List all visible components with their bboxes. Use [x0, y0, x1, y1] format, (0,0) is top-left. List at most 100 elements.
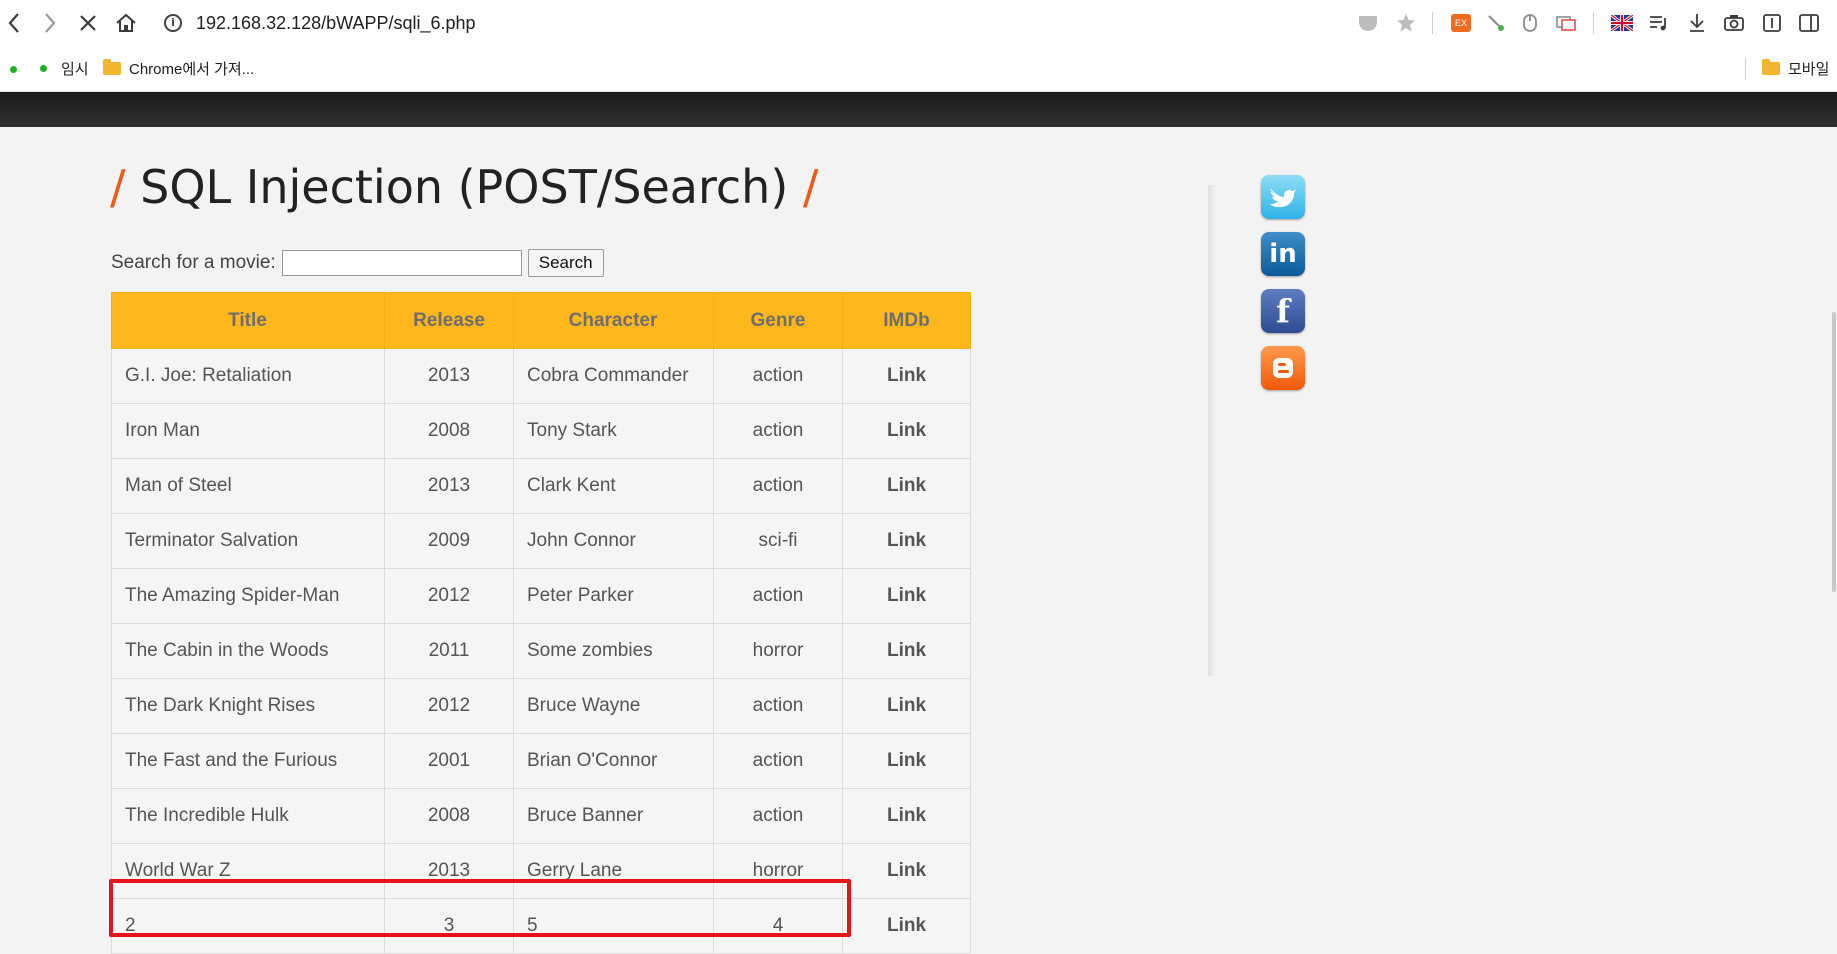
- gesture-extension-icon[interactable]: [1485, 12, 1507, 34]
- download-icon[interactable]: [1686, 12, 1708, 34]
- forward-button[interactable]: [36, 9, 64, 37]
- table-row: The Amazing Spider-Man 2012 Peter Parker…: [111, 568, 971, 624]
- cell-title: Iron Man: [111, 403, 385, 459]
- cell-imdb: Link: [842, 898, 971, 954]
- page-header-band: [0, 92, 1837, 127]
- cell-imdb: Link: [842, 733, 971, 789]
- ex-extension-icon[interactable]: EX: [1450, 12, 1472, 34]
- site-info-icon[interactable]: i: [164, 14, 182, 32]
- dot-icon: [10, 66, 17, 73]
- cell-character: 5: [513, 898, 714, 954]
- imdb-link[interactable]: Link: [887, 805, 926, 826]
- blogger-icon[interactable]: [1261, 346, 1305, 390]
- table-row: The Cabin in the Woods 2011 Some zombies…: [111, 623, 971, 679]
- home-button[interactable]: [112, 9, 140, 37]
- facebook-icon[interactable]: f: [1261, 289, 1305, 333]
- imdb-link[interactable]: Link: [887, 530, 926, 551]
- bookmark-folder-mobile[interactable]: 모바일: [1762, 58, 1829, 79]
- imdb-link[interactable]: Link: [887, 585, 926, 606]
- cell-character: Brian O'Connor: [513, 733, 714, 789]
- cell-genre: sci-fi: [713, 513, 843, 569]
- cell-genre: action: [713, 568, 843, 624]
- cell-character: John Connor: [513, 513, 714, 569]
- cell-genre: action: [713, 458, 843, 514]
- cell-title: The Amazing Spider-Man: [111, 568, 385, 624]
- table-row: G.I. Joe: Retaliation 2013 Cobra Command…: [111, 348, 971, 404]
- table-row: Terminator Salvation 2009 John Connor sc…: [111, 513, 971, 569]
- cell-character: Clark Kent: [513, 458, 714, 514]
- toolbar-divider: [1432, 12, 1433, 34]
- bookmark-temp[interactable]: 임시: [40, 58, 89, 79]
- sidebar-divider: [1208, 185, 1216, 676]
- cell-release: 2013: [384, 348, 514, 404]
- header-character: Character: [513, 292, 714, 349]
- cell-release: 2012: [384, 568, 514, 624]
- cell-genre: action: [713, 678, 843, 734]
- imdb-link[interactable]: Link: [887, 915, 926, 936]
- twitter-icon[interactable]: [1261, 175, 1305, 219]
- cell-genre: horror: [713, 843, 843, 899]
- bookmark-label: 모바일: [1788, 61, 1830, 78]
- search-input[interactable]: [281, 250, 522, 276]
- imdb-link[interactable]: Link: [887, 860, 926, 881]
- imdb-link[interactable]: Link: [887, 695, 926, 716]
- reader-mode-icon[interactable]: [1761, 12, 1783, 34]
- bookmarks-bar: 임시 Chrome에서 가져... 모바일: [0, 46, 1837, 92]
- cell-release: 2013: [384, 843, 514, 899]
- cell-character: Peter Parker: [513, 568, 714, 624]
- stop-loading-button[interactable]: [74, 9, 102, 37]
- sidebar-toggle-icon[interactable]: [1798, 12, 1820, 34]
- cell-imdb: Link: [842, 678, 971, 734]
- screen-capture-extension-icon[interactable]: [1555, 12, 1577, 34]
- imdb-link[interactable]: Link: [887, 475, 926, 496]
- cell-title: 2: [111, 898, 385, 954]
- cell-character: Tony Stark: [513, 403, 714, 459]
- playlist-icon[interactable]: [1648, 12, 1670, 34]
- table-header-row: Title Release Character Genre IMDb: [111, 292, 971, 349]
- linkedin-icon[interactable]: in: [1261, 232, 1305, 276]
- cell-title: The Fast and the Furious: [111, 733, 385, 789]
- search-button[interactable]: Search: [527, 249, 604, 277]
- scrollbar[interactable]: [1832, 312, 1836, 592]
- cell-genre: horror: [713, 623, 843, 679]
- cell-release: 2009: [384, 513, 514, 569]
- back-button[interactable]: [0, 9, 28, 37]
- cell-title: Man of Steel: [111, 458, 385, 514]
- cell-genre: action: [713, 733, 843, 789]
- table-row-injected: 2 3 5 4 Link: [111, 898, 971, 954]
- cell-title: The Incredible Hulk: [111, 788, 385, 844]
- cell-release: 2013: [384, 458, 514, 514]
- bookmark-label: Chrome에서 가져...: [129, 61, 255, 78]
- search-label: Search for a movie:: [111, 252, 276, 273]
- chevron-left-icon: [8, 13, 19, 33]
- cell-imdb: Link: [842, 458, 971, 514]
- home-icon: [116, 13, 136, 32]
- bookmark-dot[interactable]: [10, 66, 17, 73]
- imdb-link[interactable]: Link: [887, 640, 926, 661]
- page-title-text: SQL Injection (POST/Search): [140, 160, 789, 214]
- cell-imdb: Link: [842, 843, 971, 899]
- imdb-link[interactable]: Link: [887, 420, 926, 441]
- bookmark-folder-imported[interactable]: Chrome에서 가져...: [103, 58, 254, 79]
- cell-release: 2012: [384, 678, 514, 734]
- mouse-icon[interactable]: [1519, 12, 1541, 34]
- cell-title: The Cabin in the Woods: [111, 623, 385, 679]
- bookmark-divider: [1745, 58, 1746, 80]
- cell-character: Some zombies: [513, 623, 714, 679]
- imdb-link[interactable]: Link: [887, 750, 926, 771]
- header-title: Title: [111, 292, 385, 349]
- search-form: Search for a movie: Search: [111, 249, 604, 277]
- url-text: 192.168.32.128/bWAPP/sqli_6.php: [196, 12, 476, 33]
- camera-icon[interactable]: [1723, 12, 1745, 34]
- cell-release: 2001: [384, 733, 514, 789]
- imdb-link[interactable]: Link: [887, 365, 926, 386]
- star-icon[interactable]: [1395, 12, 1417, 34]
- table-row: World War Z 2013 Gerry Lane horror Link: [111, 843, 971, 899]
- folder-icon: [1762, 59, 1780, 75]
- pocket-icon[interactable]: [1357, 12, 1379, 34]
- uk-flag-icon[interactable]: [1611, 12, 1633, 34]
- cell-title: World War Z: [111, 843, 385, 899]
- movies-table: Title Release Character Genre IMDb G.I. …: [111, 292, 971, 954]
- address-bar[interactable]: i 192.168.32.128/bWAPP/sqli_6.php: [164, 6, 1344, 40]
- toolbar-divider: [1593, 12, 1594, 34]
